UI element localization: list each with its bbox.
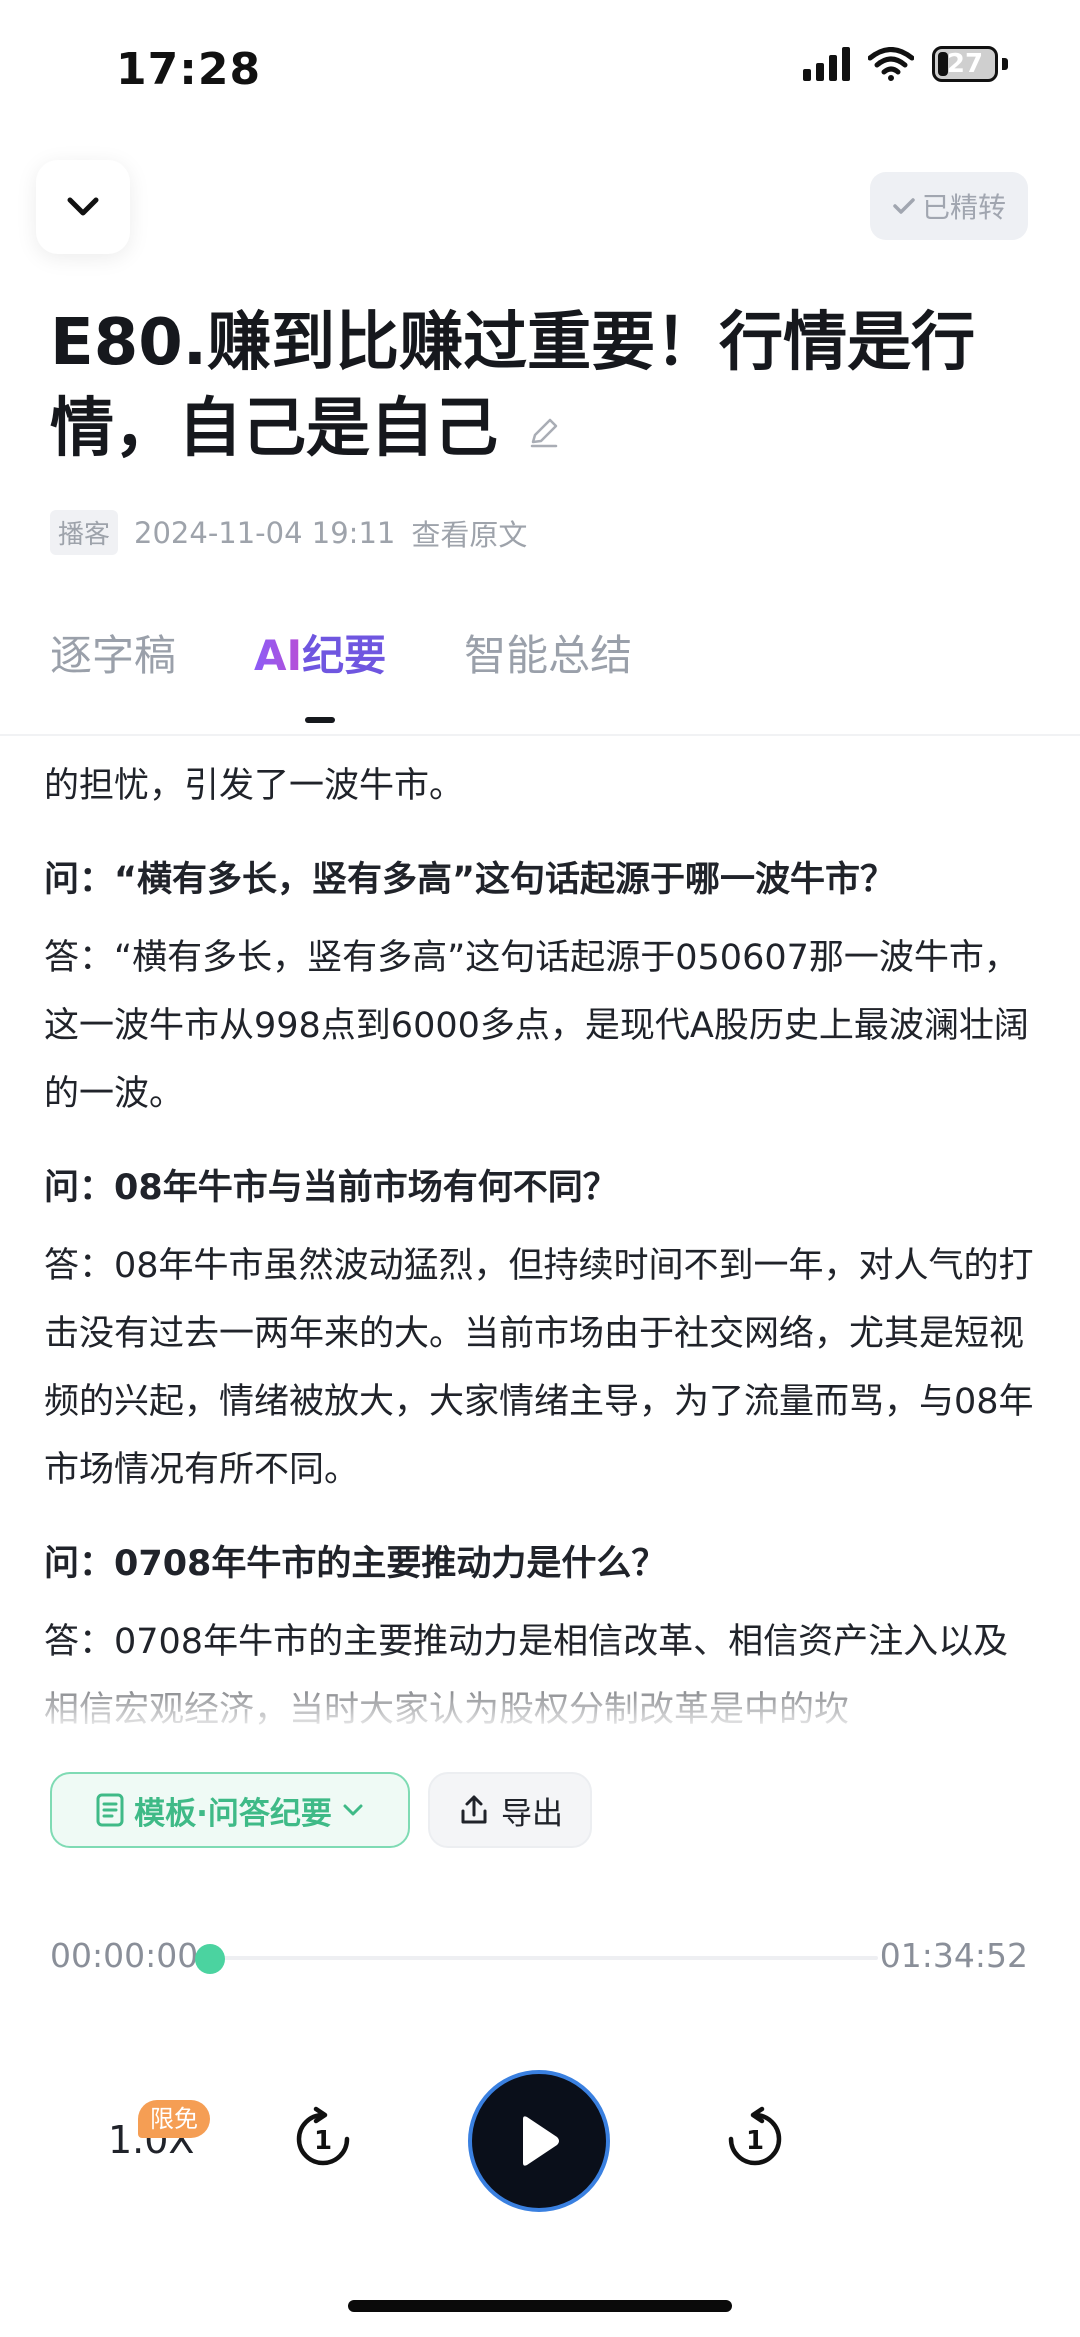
free-badge: 限免 xyxy=(138,2100,210,2138)
episode-meta: 播客 2024-11-04 19:11 查看原文 xyxy=(50,510,527,555)
cellular-signal-icon xyxy=(803,47,850,81)
current-time: 00:00:00 xyxy=(50,1936,199,1975)
status-time: 17:28 xyxy=(116,44,262,95)
template-select-button[interactable]: 模板·问答纪要 xyxy=(50,1772,410,1848)
tab-ai-summary[interactable]: AI纪要 xyxy=(254,622,387,723)
progress-track[interactable] xyxy=(210,1956,878,1960)
active-tab-indicator xyxy=(305,717,336,723)
export-label: 导出 xyxy=(501,1795,563,1832)
edit-pencil-icon[interactable] xyxy=(526,414,562,450)
progress-knob[interactable] xyxy=(195,1944,225,1974)
answer-1: 答：“横有多长，竖有多高”这句话起源于050607那一波牛市，这一波牛市从998… xyxy=(44,938,1029,1114)
export-button[interactable]: 导出 xyxy=(428,1772,592,1848)
collapse-button[interactable] xyxy=(36,160,130,254)
question-1: 问：“横有多长，竖有多高”这句话起源于哪一波牛市？ xyxy=(44,860,896,900)
wifi-icon xyxy=(868,47,914,81)
total-time: 01:34:52 xyxy=(879,1936,1028,1975)
question-2: 问：08年牛市与当前市场有何不同？ xyxy=(44,1168,618,1208)
header-divider xyxy=(0,734,1080,736)
summary-lead-text: 的担忧，引发了一波牛市。 xyxy=(44,766,465,806)
rewind-icon[interactable]: 1 xyxy=(290,2106,356,2172)
rewind-seconds: 1 xyxy=(314,2126,332,2156)
tab-smart-summary[interactable]: 智能总结 xyxy=(464,622,632,683)
source-tag: 播客 xyxy=(50,510,119,555)
question-3: 问：0708年牛市的主要推动力是什么？ xyxy=(44,1544,667,1584)
view-original-link[interactable]: 查看原文 xyxy=(411,512,527,554)
play-button[interactable] xyxy=(468,2070,610,2212)
document-icon xyxy=(96,1793,124,1827)
episode-title: E80.赚到比赚过重要！行情是行情，自己是自己 xyxy=(50,300,1010,472)
content-fade-overlay xyxy=(0,1650,1080,1750)
chevron-down-icon xyxy=(343,1804,363,1816)
tab-smart-summary-label: 智能总结 xyxy=(464,631,633,680)
forward-icon[interactable]: 1 xyxy=(722,2106,788,2172)
home-indicator[interactable] xyxy=(348,2300,732,2312)
chevron-down-icon xyxy=(67,197,99,216)
ai-logo-icon: AI xyxy=(254,631,303,680)
answer-2: 答：08年牛市虽然波动猛烈，但持续时间不到一年，对人气的打击没有过去一两年来的大… xyxy=(44,1246,1034,1490)
summary-content[interactable]: 的担忧，引发了一波牛市。 问：“横有多长，竖有多高”这句话起源于哪一波牛市？ 答… xyxy=(44,752,1034,1747)
tab-bar: 逐字稿 AI纪要 智能总结 xyxy=(50,622,632,723)
tab-transcript[interactable]: 逐字稿 xyxy=(50,622,176,683)
check-icon xyxy=(893,198,915,214)
template-label: 模板·问答纪要 xyxy=(134,1795,332,1832)
episode-datetime: 2024-11-04 19:11 xyxy=(134,515,396,550)
tab-ai-summary-label: 纪要 xyxy=(302,631,387,680)
battery-icon: 27 xyxy=(932,46,998,82)
battery-level: 27 xyxy=(946,49,984,79)
episode-title-text: E80.赚到比赚过重要！行情是行情，自己是自己 xyxy=(50,306,976,466)
forward-seconds: 1 xyxy=(746,2126,764,2156)
refined-status-badge: 已精转 xyxy=(869,172,1028,240)
share-export-icon xyxy=(461,1795,487,1824)
refined-status-label: 已精转 xyxy=(921,191,1006,224)
play-icon xyxy=(523,2116,559,2166)
status-icons: 27 xyxy=(803,46,1008,82)
tab-transcript-label: 逐字稿 xyxy=(50,631,177,680)
